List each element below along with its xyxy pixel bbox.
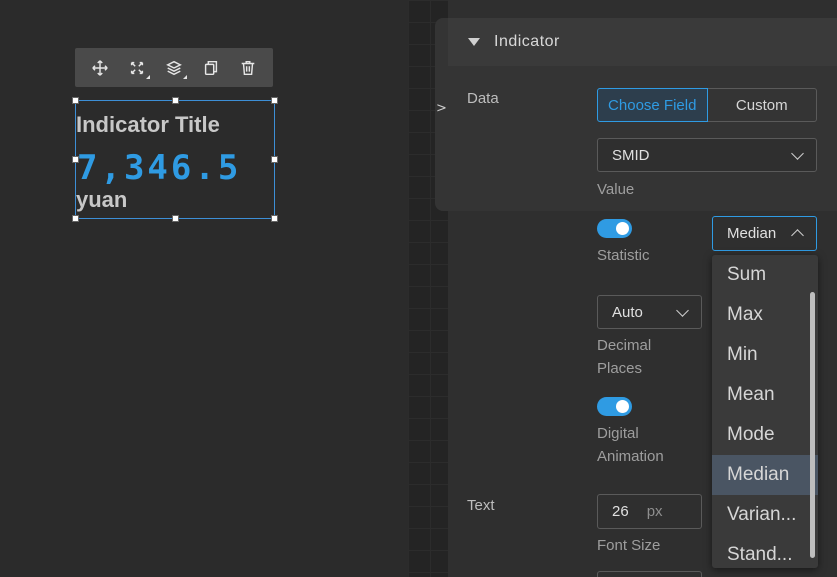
decimal-label-line1: Decimal: [597, 337, 652, 354]
statistic-toggle[interactable]: [597, 219, 632, 238]
font-size-value: 26: [612, 503, 629, 520]
dropdown-option-sum[interactable]: Sum: [712, 255, 818, 295]
animation-toggle[interactable]: [597, 397, 632, 416]
widget-toolbar: [75, 48, 273, 87]
data-source-tabs: Choose Field Custom: [597, 88, 817, 122]
statistic-label: Statistic: [597, 247, 650, 264]
fullscreen-icon[interactable]: [124, 55, 150, 81]
resize-handle-n[interactable]: [172, 97, 179, 104]
section-title: Indicator: [494, 33, 560, 50]
chevron-down-icon: [791, 146, 804, 160]
dropdown-option-variance[interactable]: Varian...: [712, 495, 818, 535]
choose-field-button[interactable]: Choose Field: [597, 88, 708, 122]
resize-handle-ne[interactable]: [271, 97, 278, 104]
dropdown-option-mean[interactable]: Mean: [712, 375, 818, 415]
animation-label-line1: Digital: [597, 425, 639, 442]
delete-icon[interactable]: [235, 55, 261, 81]
decimal-label-line2: Places: [597, 360, 643, 377]
indicator-title: Indicator Title: [76, 112, 220, 137]
indicator-value: 7,346.5: [77, 148, 242, 188]
indicator-unit: yuan: [76, 187, 128, 212]
resize-handle-e[interactable]: [271, 156, 278, 163]
resize-handle-se[interactable]: [271, 215, 278, 222]
dropdown-option-median[interactable]: Median: [712, 455, 818, 495]
dropdown-option-mode[interactable]: Mode: [712, 415, 818, 455]
custom-button[interactable]: Custom: [707, 88, 817, 122]
chevron-up-icon: [791, 229, 804, 242]
decimal-select[interactable]: Auto: [597, 295, 702, 329]
chevron-down-icon: [676, 303, 689, 317]
resize-handle-s[interactable]: [172, 215, 179, 222]
font-size-label: Font Size: [597, 537, 661, 554]
statistic-dropdown: Sum Max Min Mean Mode Median Varian... S…: [712, 255, 818, 568]
collapse-panel-icon[interactable]: >: [436, 101, 447, 116]
dropdown-option-stddev[interactable]: Stand...: [712, 535, 818, 568]
decimal-select-value: Auto: [612, 303, 643, 321]
field-select-value: SMID: [612, 146, 650, 164]
font-size-unit: px: [646, 503, 663, 520]
resize-handle-nw[interactable]: [72, 97, 79, 104]
text-label: Text: [467, 497, 495, 514]
resize-handle-sw[interactable]: [72, 215, 79, 222]
dropdown-scrollbar[interactable]: [810, 292, 815, 558]
resize-handle-w[interactable]: [72, 156, 79, 163]
layers-icon[interactable]: [161, 55, 187, 81]
next-input[interactable]: [597, 571, 702, 577]
font-size-input[interactable]: 26 px: [597, 494, 702, 529]
data-label: Data: [467, 90, 499, 107]
caret-down-icon: [468, 38, 480, 46]
copy-icon[interactable]: [198, 55, 224, 81]
indicator-widget[interactable]: Indicator Title 7,346.5 yuan: [72, 97, 278, 222]
value-label: Value: [597, 181, 635, 198]
indicator-section-header[interactable]: Indicator: [448, 18, 837, 66]
animation-label-line2: Animation: [597, 448, 664, 465]
statistic-select-value: Median: [727, 225, 777, 242]
field-select[interactable]: SMID: [597, 138, 817, 172]
dropdown-option-max[interactable]: Max: [712, 295, 818, 335]
statistic-select[interactable]: Median: [712, 216, 817, 251]
dropdown-option-min[interactable]: Min: [712, 335, 818, 375]
move-icon[interactable]: [87, 55, 113, 81]
